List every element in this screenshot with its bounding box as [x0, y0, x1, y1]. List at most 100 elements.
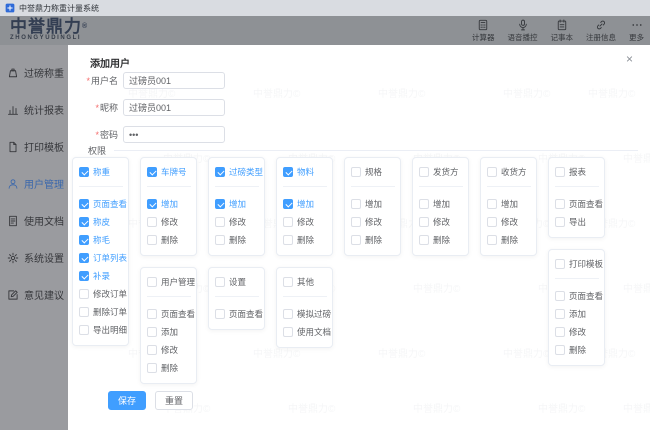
permission-group-header[interactable]: 收货方	[487, 166, 531, 187]
checkbox-icon[interactable]	[215, 167, 225, 177]
permission-item[interactable]: 修改	[351, 216, 395, 228]
checkbox-icon[interactable]	[555, 291, 565, 301]
permission-item[interactable]: 导出	[555, 216, 599, 228]
checkbox-icon[interactable]	[283, 167, 293, 177]
sidebar-item-weighing[interactable]: 过磅称重	[0, 54, 68, 91]
permission-group-header[interactable]: 其他	[283, 276, 327, 297]
checkbox-icon[interactable]	[147, 235, 157, 245]
checkbox-icon[interactable]	[283, 217, 293, 227]
permission-item[interactable]: 增加	[419, 198, 463, 210]
permission-item[interactable]: 修改	[147, 344, 191, 356]
checkbox-icon[interactable]	[147, 327, 157, 337]
password-input[interactable]	[123, 126, 225, 143]
checkbox-icon[interactable]	[555, 167, 565, 177]
checkbox-icon[interactable]	[79, 325, 89, 335]
permission-item[interactable]: 修改	[487, 216, 531, 228]
checkbox-icon[interactable]	[283, 235, 293, 245]
sidebar-item-user-management[interactable]: 用户管理	[0, 165, 68, 202]
header-action-notepad[interactable]: 记事本	[551, 18, 573, 43]
checkbox-icon[interactable]	[147, 167, 157, 177]
permission-item[interactable]: 使用文档	[283, 326, 331, 338]
permission-item[interactable]: 修改	[283, 216, 327, 228]
checkbox-icon[interactable]	[79, 289, 89, 299]
nickname-input[interactable]	[123, 99, 225, 116]
permission-item[interactable]: 删除	[215, 234, 259, 246]
permission-item[interactable]: 页面查看	[555, 198, 603, 210]
permission-group-header[interactable]: 车牌号	[147, 166, 191, 187]
checkbox-icon[interactable]	[79, 307, 89, 317]
close-icon[interactable]: ×	[626, 53, 633, 65]
permission-group-header[interactable]: 设置	[215, 276, 259, 297]
permission-item[interactable]: 称毛	[79, 234, 123, 246]
sidebar-item-reports[interactable]: 统计报表	[0, 91, 68, 128]
checkbox-icon[interactable]	[79, 199, 89, 209]
permission-item[interactable]: 删除	[283, 234, 327, 246]
checkbox-icon[interactable]	[147, 309, 157, 319]
header-action-voice[interactable]: 语音播控	[508, 19, 538, 43]
checkbox-icon[interactable]	[487, 199, 497, 209]
permission-group-header[interactable]: 打印模板	[555, 258, 603, 279]
save-button[interactable]: 保存	[108, 391, 147, 410]
checkbox-icon[interactable]	[419, 217, 429, 227]
reset-button[interactable]: 重置	[155, 391, 194, 410]
permission-item[interactable]: 页面查看	[555, 290, 603, 302]
permission-group-header[interactable]: 称重	[79, 166, 123, 187]
checkbox-icon[interactable]	[79, 253, 89, 263]
checkbox-icon[interactable]	[351, 235, 361, 245]
checkbox-icon[interactable]	[487, 217, 497, 227]
permission-item[interactable]: 模拟过磅	[283, 308, 331, 320]
permission-item[interactable]: 导出明细	[79, 324, 127, 336]
permission-item[interactable]: 补录	[79, 270, 123, 282]
checkbox-icon[interactable]	[351, 167, 361, 177]
checkbox-icon[interactable]	[147, 277, 157, 287]
checkbox-icon[interactable]	[79, 235, 89, 245]
checkbox-icon[interactable]	[555, 345, 565, 355]
permission-item[interactable]: 修改	[215, 216, 259, 228]
permission-item[interactable]: 删除	[555, 344, 599, 356]
checkbox-icon[interactable]	[215, 235, 225, 245]
checkbox-icon[interactable]	[215, 277, 225, 287]
checkbox-icon[interactable]	[147, 363, 157, 373]
permission-group-header[interactable]: 规格	[351, 166, 395, 187]
checkbox-icon[interactable]	[351, 217, 361, 227]
permission-item[interactable]: 添加	[147, 326, 191, 338]
permission-item[interactable]: 修改订单	[79, 288, 127, 300]
permission-item[interactable]: 页面查看	[215, 308, 263, 320]
permission-item[interactable]: 增加	[283, 198, 327, 210]
checkbox-icon[interactable]	[215, 199, 225, 209]
sidebar-item-feedback[interactable]: 意见建议	[0, 276, 68, 313]
permission-group-header[interactable]: 发货方	[419, 166, 463, 187]
checkbox-icon[interactable]	[555, 309, 565, 319]
permission-item[interactable]: 删除订单	[79, 306, 127, 318]
checkbox-icon[interactable]	[419, 235, 429, 245]
permission-item[interactable]: 修改	[147, 216, 191, 228]
checkbox-icon[interactable]	[283, 327, 293, 337]
permission-item[interactable]: 称皮	[79, 216, 123, 228]
checkbox-icon[interactable]	[147, 345, 157, 355]
username-input[interactable]	[123, 72, 225, 89]
permission-item[interactable]: 删除	[147, 362, 191, 374]
permission-item[interactable]: 删除	[419, 234, 463, 246]
permission-item[interactable]: 增加	[487, 198, 531, 210]
permission-item[interactable]: 页面查看	[79, 198, 127, 210]
checkbox-icon[interactable]	[487, 167, 497, 177]
checkbox-icon[interactable]	[215, 217, 225, 227]
permission-item[interactable]: 删除	[487, 234, 531, 246]
checkbox-icon[interactable]	[351, 199, 361, 209]
checkbox-icon[interactable]	[147, 199, 157, 209]
header-action-more[interactable]: 更多	[629, 19, 644, 43]
checkbox-icon[interactable]	[419, 199, 429, 209]
checkbox-icon[interactable]	[555, 327, 565, 337]
checkbox-icon[interactable]	[419, 167, 429, 177]
permission-item[interactable]: 增加	[351, 198, 395, 210]
checkbox-icon[interactable]	[79, 271, 89, 281]
permission-group-header[interactable]: 物料	[283, 166, 327, 187]
checkbox-icon[interactable]	[215, 309, 225, 319]
permission-item[interactable]: 增加	[215, 198, 259, 210]
header-action-calculator[interactable]: 计算器	[472, 19, 495, 43]
permission-item[interactable]: 修改	[555, 326, 599, 338]
permission-item[interactable]: 增加	[147, 198, 191, 210]
permission-item[interactable]: 添加	[555, 308, 599, 320]
sidebar-item-system-settings[interactable]: 系统设置	[0, 239, 68, 276]
checkbox-icon[interactable]	[555, 199, 565, 209]
